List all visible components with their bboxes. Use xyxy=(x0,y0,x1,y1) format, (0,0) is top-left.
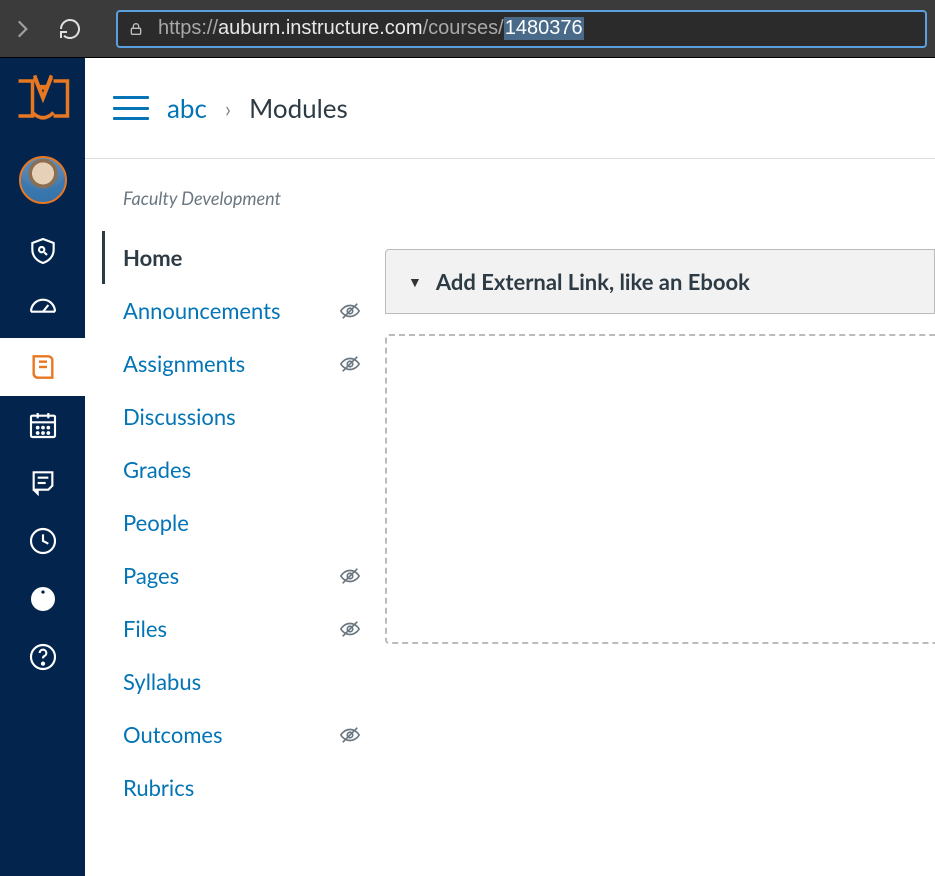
account-avatar[interactable] xyxy=(19,156,67,204)
nav-courses[interactable] xyxy=(0,338,85,396)
lock-icon xyxy=(128,21,144,37)
course-nav: Faculty Development Home Announcements A… xyxy=(85,159,385,876)
course-nav-item-files[interactable]: Files xyxy=(115,602,373,655)
module-drop-zone[interactable] xyxy=(385,334,935,644)
course-nav-list: Home Announcements Assignments Discussio… xyxy=(115,231,373,814)
nav-history[interactable] xyxy=(0,512,85,570)
course-nav-link[interactable]: Announcements xyxy=(123,297,281,324)
course-nav-item-outcomes[interactable]: Outcomes xyxy=(115,708,373,761)
course-nav-item-grades[interactable]: Grades xyxy=(115,443,373,496)
course-nav-link[interactable]: Files xyxy=(123,615,167,642)
course-nav-item-rubrics[interactable]: Rubrics xyxy=(115,761,373,814)
nav-admin[interactable] xyxy=(0,222,85,280)
course-nav-link[interactable]: Pages xyxy=(123,562,179,589)
url-host: auburn.instructure.com xyxy=(218,17,423,40)
institution-logo[interactable] xyxy=(0,58,85,146)
course-nav-link[interactable]: Assignments xyxy=(123,350,245,377)
nav-calendar[interactable] xyxy=(0,396,85,454)
hidden-icon xyxy=(337,300,363,322)
breadcrumb-current: Modules xyxy=(249,92,348,124)
course-nav-link[interactable]: People xyxy=(123,509,189,536)
refresh-button[interactable] xyxy=(56,15,84,43)
nav-dashboard[interactable] xyxy=(0,280,85,338)
url-path: /courses/ xyxy=(423,17,504,40)
course-nav-item-assignments[interactable]: Assignments xyxy=(115,337,373,390)
url-prefix: https:// xyxy=(158,17,218,40)
module-title: Add External Link, like an Ebook xyxy=(436,268,750,295)
nav-commons[interactable] xyxy=(0,570,85,628)
hidden-icon xyxy=(337,724,363,746)
breadcrumb-bar: abc › Modules xyxy=(85,58,935,159)
course-nav-link[interactable]: Grades xyxy=(123,456,191,483)
term-label: Faculty Development xyxy=(123,187,373,209)
nav-inbox[interactable] xyxy=(0,454,85,512)
course-nav-link[interactable]: Home xyxy=(123,244,182,271)
course-nav-item-people[interactable]: People xyxy=(115,496,373,549)
course-nav-item-discussions[interactable]: Discussions xyxy=(115,390,373,443)
course-nav-link[interactable]: Rubrics xyxy=(123,774,194,801)
hidden-icon xyxy=(337,353,363,375)
collapse-toggle-icon[interactable]: ▼ xyxy=(408,273,422,290)
app-frame: abc › Modules Faculty Development Home A… xyxy=(0,58,935,876)
main-area: abc › Modules Faculty Development Home A… xyxy=(85,58,935,876)
course-nav-toggle[interactable] xyxy=(113,96,149,120)
nav-help[interactable] xyxy=(0,628,85,686)
course-nav-item-syllabus[interactable]: Syllabus xyxy=(115,655,373,708)
course-nav-link[interactable]: Discussions xyxy=(123,403,236,430)
course-nav-item-pages[interactable]: Pages xyxy=(115,549,373,602)
forward-button[interactable] xyxy=(8,15,36,43)
course-nav-item-home[interactable]: Home xyxy=(102,231,373,284)
content-row: Faculty Development Home Announcements A… xyxy=(85,159,935,876)
course-nav-link[interactable]: Syllabus xyxy=(123,668,201,695)
address-bar[interactable]: https://auburn.instructure.com/courses/1… xyxy=(116,10,927,48)
course-nav-item-announcements[interactable]: Announcements xyxy=(115,284,373,337)
module-header[interactable]: ▼ Add External Link, like an Ebook xyxy=(385,249,935,314)
breadcrumb-separator: › xyxy=(225,95,231,122)
browser-toolbar: https://auburn.instructure.com/courses/1… xyxy=(0,0,935,58)
hidden-icon xyxy=(337,565,363,587)
modules-panel: ▼ Add External Link, like an Ebook xyxy=(385,159,935,876)
hidden-icon xyxy=(337,618,363,640)
global-nav xyxy=(0,58,85,876)
breadcrumb-course-link[interactable]: abc xyxy=(167,92,207,124)
url-selected-segment: 1480376 xyxy=(504,17,584,40)
url-text: https://auburn.instructure.com/courses/1… xyxy=(158,17,584,40)
course-nav-link[interactable]: Outcomes xyxy=(123,721,223,748)
